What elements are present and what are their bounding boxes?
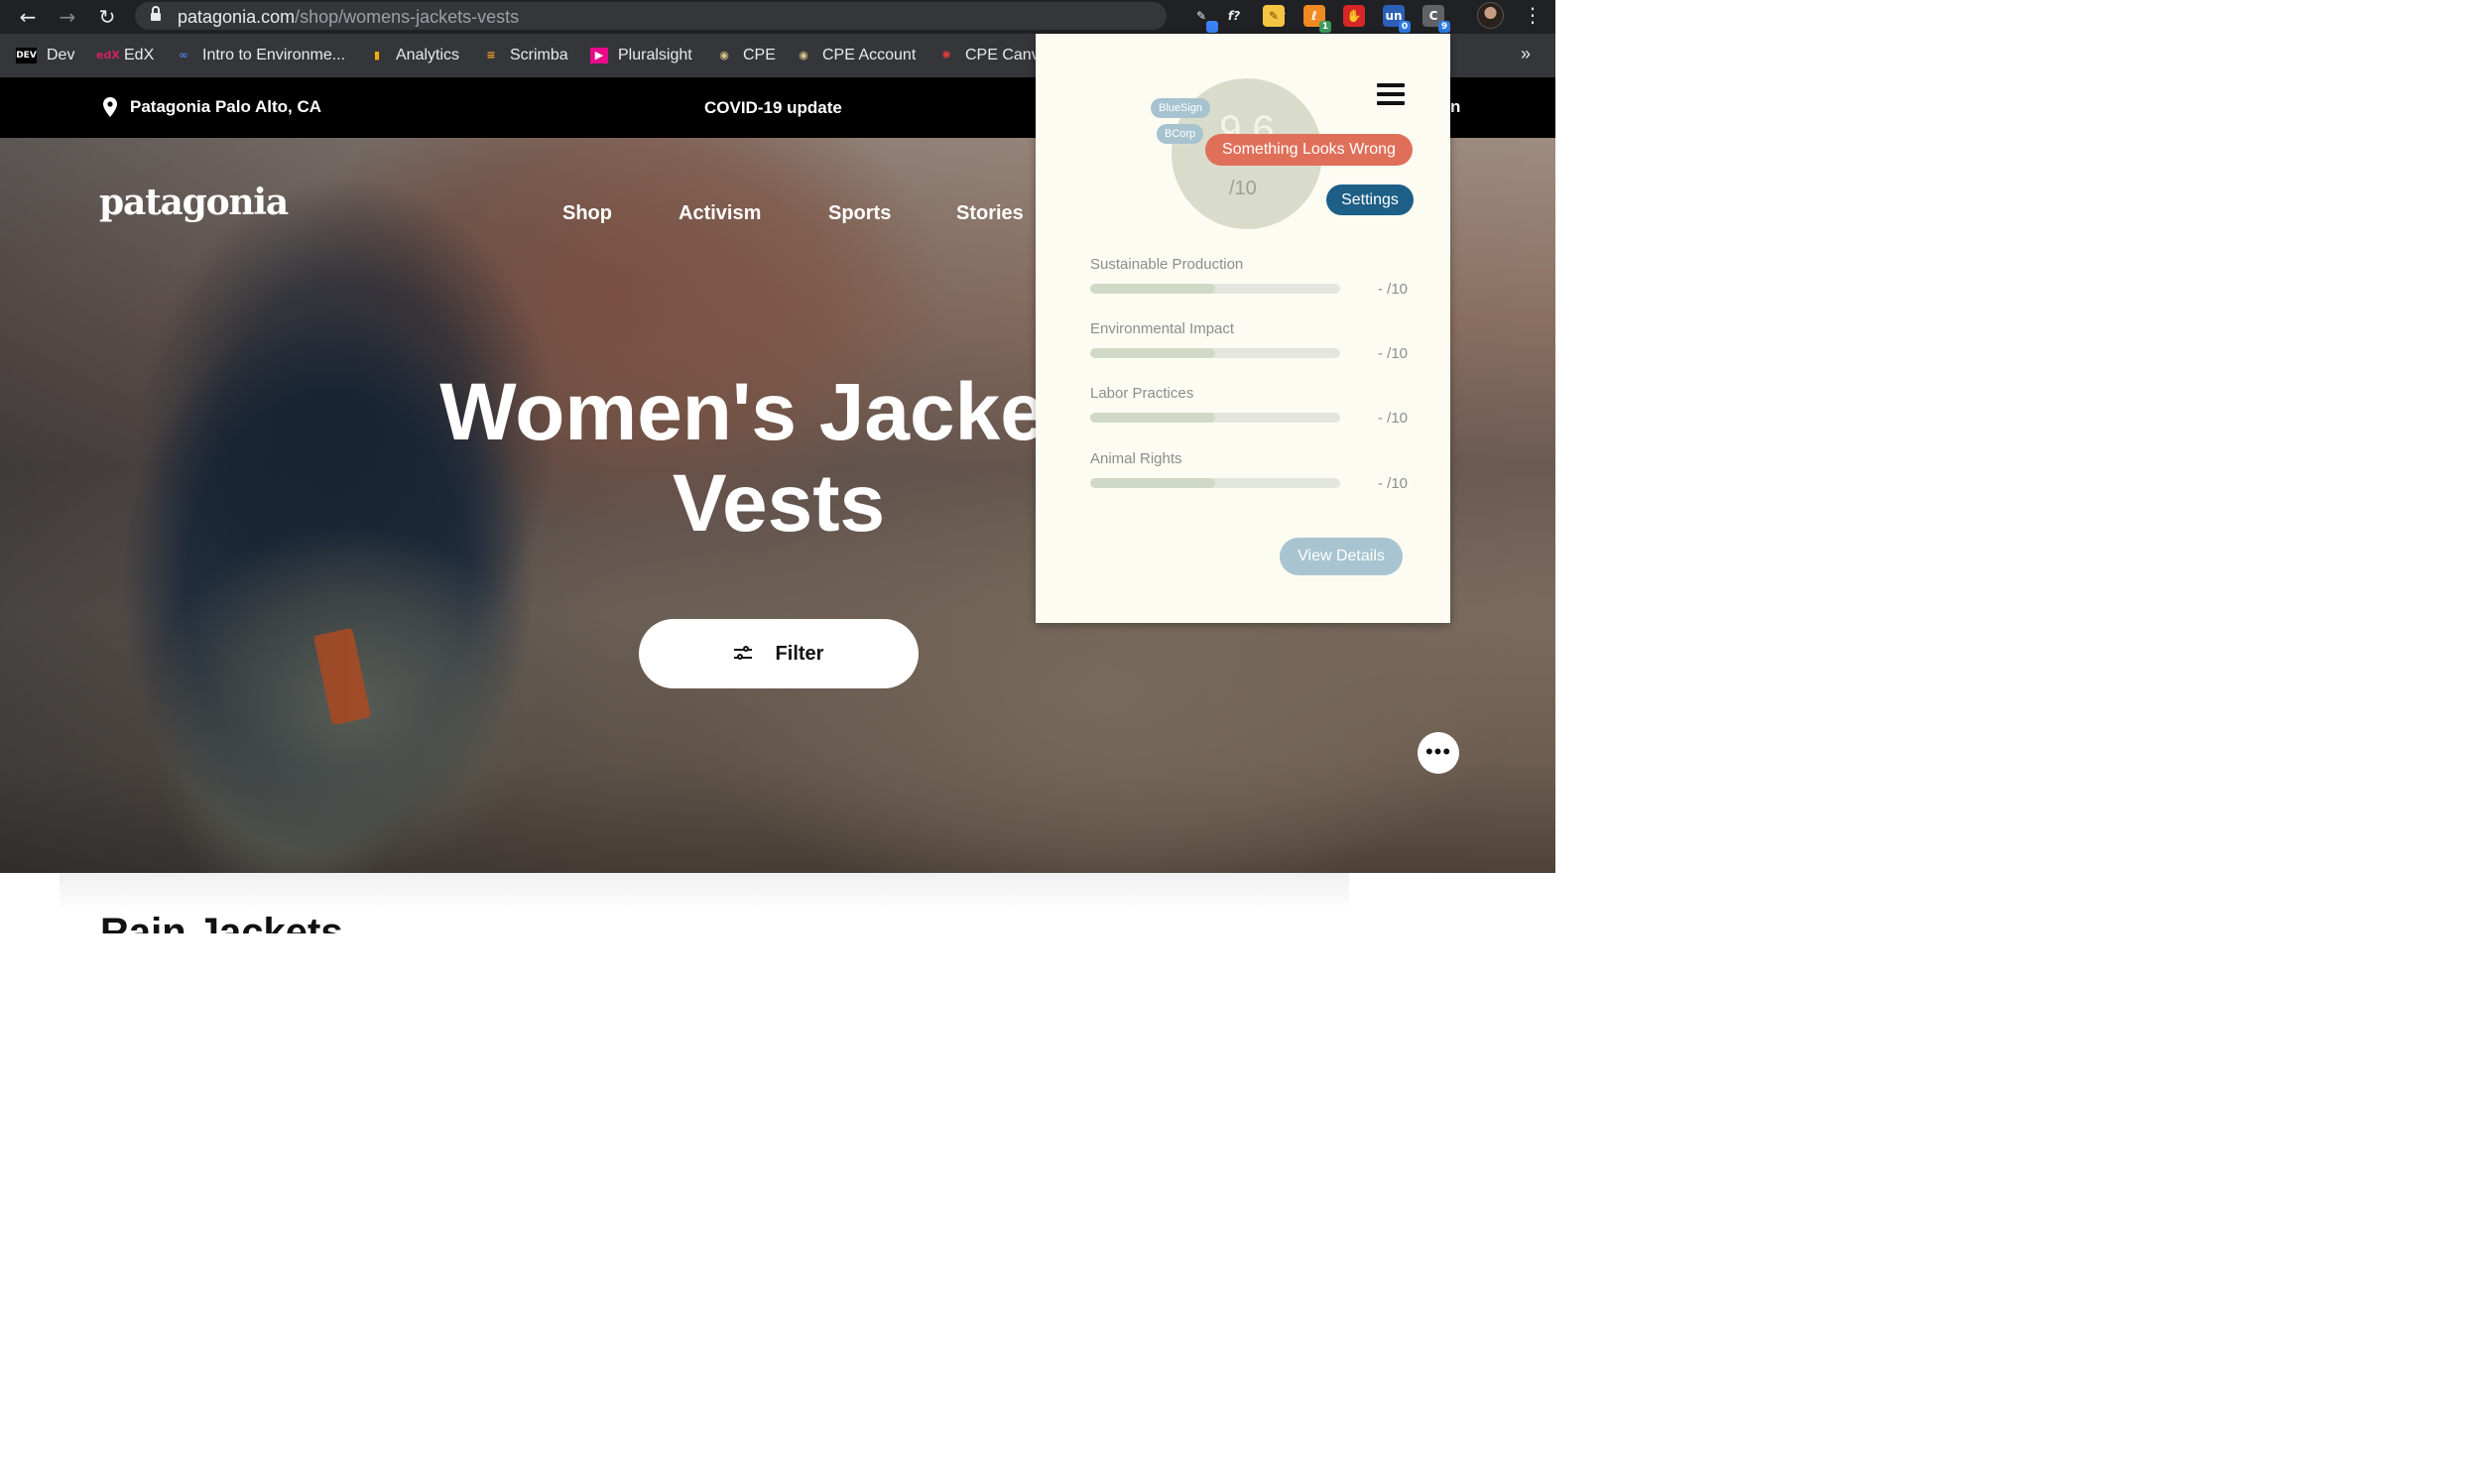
something-looks-wrong-button[interactable]: Something Looks Wrong xyxy=(1205,134,1413,166)
edx-icon: edX xyxy=(96,49,120,62)
section-title: Rain Jackets xyxy=(100,911,343,933)
bookmark-label: Dev xyxy=(47,47,75,63)
bookmark-item[interactable]: ∞ Intro to Environme... xyxy=(175,46,345,65)
nav-activism[interactable]: Activism xyxy=(679,202,761,225)
section-divider xyxy=(60,873,1349,913)
metric-label: Animal Rights xyxy=(1090,450,1182,467)
nav-sports[interactable]: Sports xyxy=(828,202,891,225)
extension-badge: 1 xyxy=(1319,21,1331,33)
metric-bar xyxy=(1090,284,1340,294)
store-location-label: Patagonia Palo Alto, CA xyxy=(130,97,322,116)
extension-badge: 9 xyxy=(1438,21,1450,33)
store-locator[interactable]: Patagonia Palo Alto, CA xyxy=(103,97,321,117)
metric-bar-fill xyxy=(1090,284,1215,294)
extension-badge xyxy=(1206,21,1218,33)
extension-badge: 0 xyxy=(1399,21,1411,33)
cert-badge-bcorp: BCorp xyxy=(1157,124,1204,144)
cpe-icon: ◉ xyxy=(719,49,729,62)
back-arrow-icon[interactable]: ← xyxy=(14,3,42,31)
browser-toolbar: ← → ↻ patagonia.com/shop/womens-jackets-… xyxy=(0,0,1555,34)
scrimba-icon: ≡ xyxy=(486,49,496,62)
settings-button[interactable]: Settings xyxy=(1326,185,1414,215)
canvas-icon: ✺ xyxy=(941,49,951,62)
browser-menu-icon[interactable]: ⋮ xyxy=(1523,3,1543,27)
overall-score-max: /10 xyxy=(1229,178,1257,199)
metric-score: - /10 xyxy=(1377,281,1408,298)
metric-bar xyxy=(1090,348,1340,358)
location-pin-icon xyxy=(103,97,117,117)
nav-shop[interactable]: Shop xyxy=(562,202,612,225)
more-bookmarks-icon[interactable]: » xyxy=(1521,44,1531,64)
metric-bar-fill xyxy=(1090,413,1215,423)
metric-label: Environmental Impact xyxy=(1090,320,1235,337)
view-details-button[interactable]: View Details xyxy=(1280,538,1403,575)
metric-label: Sustainable Production xyxy=(1090,256,1244,273)
notes-extension-icon[interactable]: ✎ xyxy=(1263,5,1285,27)
url-path: /shop/womens-jackets-vests xyxy=(295,7,520,27)
address-bar[interactable]: patagonia.com/shop/womens-jackets-vests … xyxy=(135,2,1288,30)
extension-popup: 9.6 /10 BlueSign BCorp Something Looks W… xyxy=(1036,34,1450,623)
bookmark-item[interactable]: ▮ Analytics xyxy=(368,46,459,65)
covid-update-link[interactable]: COVID-19 update xyxy=(704,98,842,118)
metric-environmental-impact: Environmental Impact - /10 xyxy=(1090,320,1413,362)
metric-labor-practices: Labor Practices - /10 xyxy=(1090,385,1413,427)
orange-extension-icon[interactable]: ℓ1 xyxy=(1303,5,1331,33)
metric-score: - /10 xyxy=(1377,475,1408,492)
nav-stories[interactable]: Stories xyxy=(956,202,1024,225)
bookmark-label: CPE xyxy=(743,47,776,63)
metric-score: - /10 xyxy=(1377,345,1408,362)
hand-extension-icon[interactable]: ✋ xyxy=(1343,5,1365,27)
more-options-button[interactable]: ••• xyxy=(1418,732,1459,774)
bookmark-label: EdX xyxy=(124,47,155,63)
profile-avatar[interactable] xyxy=(1477,2,1504,29)
metric-bar xyxy=(1090,478,1340,488)
metric-bar xyxy=(1090,413,1340,423)
bookmark-item[interactable]: ≡ Scrimba xyxy=(482,46,568,65)
function-extension-icon[interactable]: f? xyxy=(1223,5,1245,27)
promo-right-link[interactable]: n xyxy=(1450,97,1460,117)
bookmark-label: Intro to Environme... xyxy=(202,47,346,63)
score-extension-icon[interactable]: C9 xyxy=(1422,5,1450,33)
cpe-account-icon: ◉ xyxy=(799,49,808,62)
bookmark-item[interactable]: ✺ CPE Canv xyxy=(937,46,1040,65)
pen-extension-icon[interactable]: ✎ xyxy=(1190,5,1218,33)
bookmark-label: Pluralsight xyxy=(618,47,692,63)
bookmark-label: Scrimba xyxy=(510,47,568,63)
reload-icon[interactable]: ↻ xyxy=(93,3,121,31)
patagonia-logo[interactable]: patagonia xyxy=(99,182,289,223)
bookmark-label: Analytics xyxy=(396,47,460,63)
forward-arrow-icon[interactable]: → xyxy=(54,3,81,31)
lock-icon xyxy=(151,6,161,21)
bookmark-item[interactable]: ◉ CPE Account xyxy=(795,46,916,65)
metric-label: Labor Practices xyxy=(1090,385,1194,402)
bookmark-item[interactable]: edX EdX xyxy=(96,46,154,65)
dev-icon: DEV xyxy=(16,48,37,63)
analytics-icon: ▮ xyxy=(373,49,381,62)
filter-button[interactable]: Filter xyxy=(639,619,919,688)
bookmark-label: CPE Canv xyxy=(965,47,1040,63)
filter-label: Filter xyxy=(775,642,824,665)
bookmark-item[interactable]: DEV Dev xyxy=(16,46,74,65)
url-text: patagonia.com/shop/womens-jackets-vests xyxy=(178,7,519,28)
metric-bar-fill xyxy=(1090,348,1215,358)
metric-animal-rights: Animal Rights - /10 xyxy=(1090,450,1413,492)
cert-badge-bluesign: BlueSign xyxy=(1151,98,1211,118)
metric-score: - /10 xyxy=(1377,410,1408,427)
metric-sustainable-production: Sustainable Production - /10 xyxy=(1090,256,1413,298)
bookmark-item[interactable]: ▶ Pluralsight xyxy=(590,46,692,65)
filter-sliders-icon xyxy=(733,646,754,662)
coursera-icon: ∞ xyxy=(179,49,188,62)
hamburger-menu-icon[interactable] xyxy=(1377,83,1405,105)
metric-bar-fill xyxy=(1090,478,1215,488)
url-host: patagonia.com xyxy=(178,7,296,27)
pluralsight-icon: ▶ xyxy=(590,48,608,63)
un-extension-icon[interactable]: un 0 xyxy=(1383,5,1411,33)
bookmark-item[interactable]: ◉ CPE xyxy=(715,46,776,65)
bookmark-label: CPE Account xyxy=(822,47,917,63)
